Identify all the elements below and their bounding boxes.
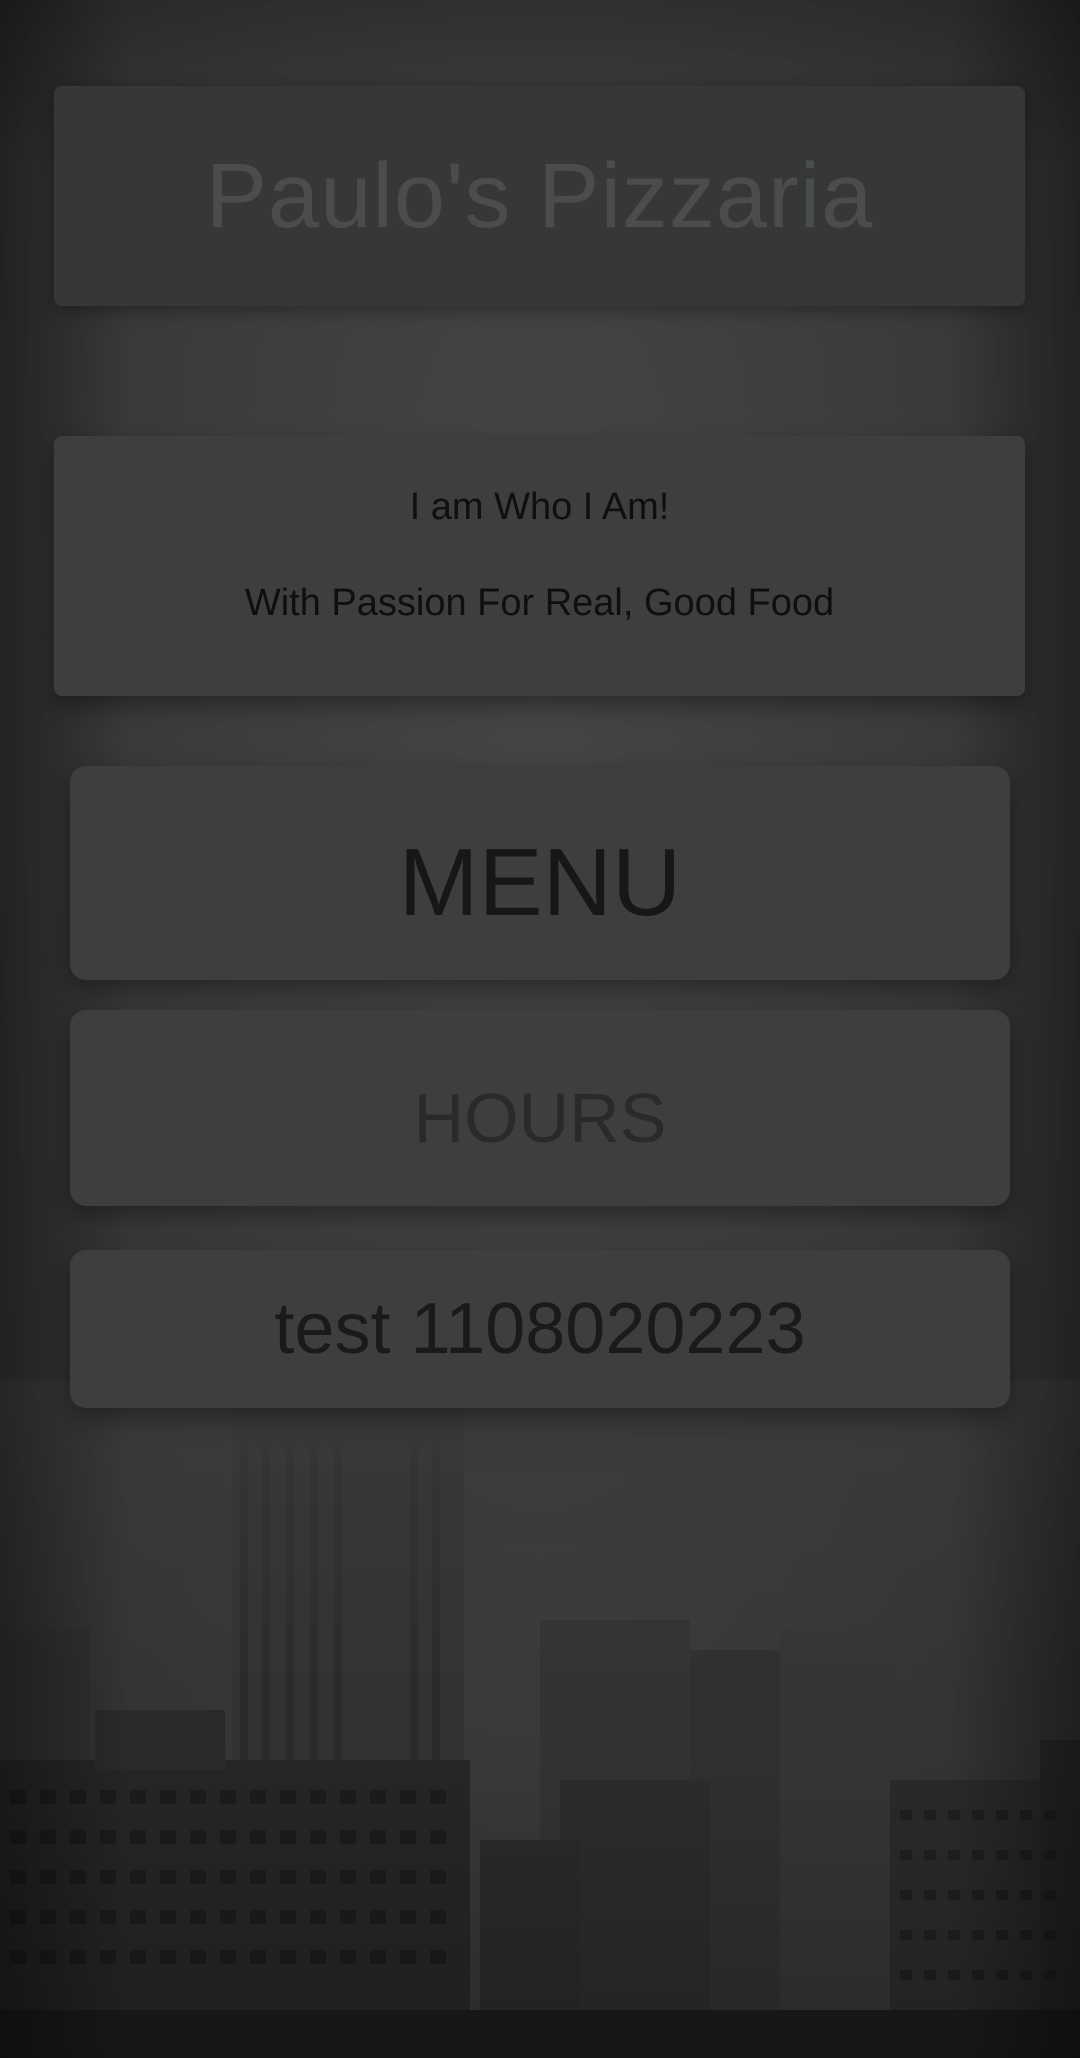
intro-subtagline: With Passion For Real, Good Food: [244, 582, 835, 624]
menu-button-label: MENU: [398, 829, 682, 936]
intro-tagline: I am Who I Am!: [409, 486, 670, 528]
page-title: Paulo's Pizzaria: [205, 144, 874, 247]
header-banner: Paulo's Pizzaria: [54, 86, 1025, 306]
city-skyline-background: [0, 1380, 1080, 2058]
hours-button-label: HOURS: [413, 1079, 667, 1157]
test-button[interactable]: test 1108020223: [70, 1250, 1010, 1408]
menu-button[interactable]: MENU: [70, 766, 1010, 980]
test-button-label: test 1108020223: [274, 1289, 806, 1369]
hours-button[interactable]: HOURS: [70, 1010, 1010, 1206]
intro-card: I am Who I Am! With Passion For Real, Go…: [54, 436, 1025, 696]
